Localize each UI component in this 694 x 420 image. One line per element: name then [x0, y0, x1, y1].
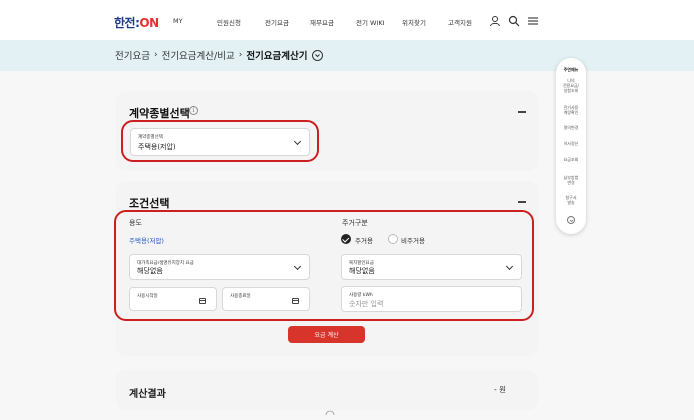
condition-section-title: 조건선택 — [129, 197, 170, 210]
usage-label: 용도 — [129, 219, 142, 227]
search-icon[interactable] — [508, 15, 520, 27]
usage-value: 주택용(저압) — [129, 237, 164, 245]
chevron-down-icon — [505, 262, 514, 271]
logo-text-kepco: 한전: — [114, 16, 140, 30]
kepco-on-logo[interactable]: 한전:ON — [114, 14, 159, 31]
quick-menu-expand-icon[interactable] — [567, 216, 575, 224]
breadcrumb-dropdown-icon[interactable] — [311, 49, 323, 61]
result-title: 계산결과 — [129, 389, 166, 400]
info-icon[interactable]: i — [189, 106, 198, 115]
nav-wiki[interactable]: 전기 WIKI — [356, 17, 385, 27]
end-date-field[interactable]: 사용종료일 — [222, 287, 310, 311]
contract-section-title: 계약종별선택 — [129, 107, 190, 120]
quick-menu: 주연메뉴 나의 전용요금/ 실험조회 전기사용 계량확인 명의변경 이사정산 요… — [556, 58, 586, 234]
quick-menu-item[interactable]: 나의 전용요금/ 실험조회 — [556, 78, 586, 93]
quick-menu-item[interactable]: 이사정산 — [556, 141, 586, 146]
end-date-label: 사용종료일 — [230, 294, 251, 299]
scroll-hint-icon — [325, 410, 335, 416]
welfare-value: 해당없음 — [349, 267, 375, 275]
breadcrumb-band — [0, 40, 694, 71]
nav-electric-rate[interactable]: 전기요금 — [265, 17, 289, 27]
chevron-down-icon — [293, 262, 302, 271]
calculate-button[interactable]: 요금 계산 — [288, 326, 365, 343]
usage-kwh-input[interactable]: 사용량 kWh 숫자만 입력 — [341, 286, 522, 312]
discount-value: 해당없음 — [137, 267, 163, 275]
usage-kwh-placeholder: 숫자만 입력 — [349, 300, 384, 308]
top-header: 한전:ON MY 민원신청 전기요금 재무요금 전기 WIKI 위치찾기 고객지… — [0, 0, 694, 40]
quick-menu-item[interactable]: 요금조회 — [556, 157, 586, 162]
collapse-icon[interactable] — [518, 111, 526, 113]
radio-residential[interactable] — [341, 234, 351, 244]
radio-residential-label[interactable]: 주거용 — [355, 235, 373, 245]
breadcrumb: 전기요금 › 전기요금계산/비교 › 전기요금계산기 — [115, 48, 323, 62]
result-value: - 원 — [494, 385, 506, 394]
logo-text-on: ON — [139, 16, 159, 30]
start-date-label: 사용시작일 — [137, 294, 158, 299]
welfare-discount-select[interactable]: 복지할인요금 해당없음 — [341, 254, 522, 280]
residence-label: 주거구분 — [342, 219, 368, 227]
calendar-icon[interactable] — [292, 298, 299, 304]
quick-menu-title: 주연메뉴 — [563, 67, 579, 72]
quick-menu-item[interactable]: 명의변경 — [556, 125, 586, 130]
calendar-icon[interactable] — [199, 298, 206, 304]
nav-my[interactable]: MY — [173, 17, 183, 25]
contract-type-label: 계약종별선택 — [138, 135, 163, 140]
usage-kwh-label: 사용량 kWh — [349, 293, 373, 298]
breadcrumb-separator-icon: › — [238, 50, 243, 60]
discount-select[interactable]: 대가족요금/생명유지장치 요금 해당없음 — [129, 254, 310, 280]
chevron-down-icon — [293, 137, 302, 146]
collapse-icon[interactable] — [518, 201, 526, 203]
breadcrumb-item-rate[interactable]: 전기요금 — [115, 48, 150, 62]
quick-menu-item[interactable]: 전기사용 계량확인 — [556, 105, 586, 115]
nav-finance[interactable]: 재무요금 — [310, 17, 334, 27]
quick-menu-item[interactable]: 납부방법 변경 — [556, 175, 586, 185]
breadcrumb-current: 전기요금계산기 — [246, 51, 308, 62]
nav-support[interactable]: 고객지원 — [448, 17, 472, 27]
contract-type-value: 주택용(저압) — [138, 143, 176, 151]
radio-non-residential-label[interactable]: 비주거용 — [401, 235, 425, 245]
result-card — [116, 370, 538, 410]
breadcrumb-separator-icon: › — [153, 50, 158, 60]
contract-type-select[interactable]: 계약종별선택 주택용(저압) — [130, 128, 310, 156]
menu-icon[interactable] — [527, 15, 539, 27]
nav-civil-request[interactable]: 민원신청 — [217, 17, 241, 27]
nav-location[interactable]: 위치찾기 — [402, 17, 426, 27]
quick-menu-item[interactable]: 청구서 발송 — [556, 195, 586, 205]
user-icon[interactable] — [489, 15, 501, 27]
start-date-field[interactable]: 사용시작일 — [129, 287, 217, 311]
radio-non-residential[interactable] — [388, 234, 398, 244]
breadcrumb-item-calc-compare[interactable]: 전기요금계산/비교 — [162, 48, 235, 62]
